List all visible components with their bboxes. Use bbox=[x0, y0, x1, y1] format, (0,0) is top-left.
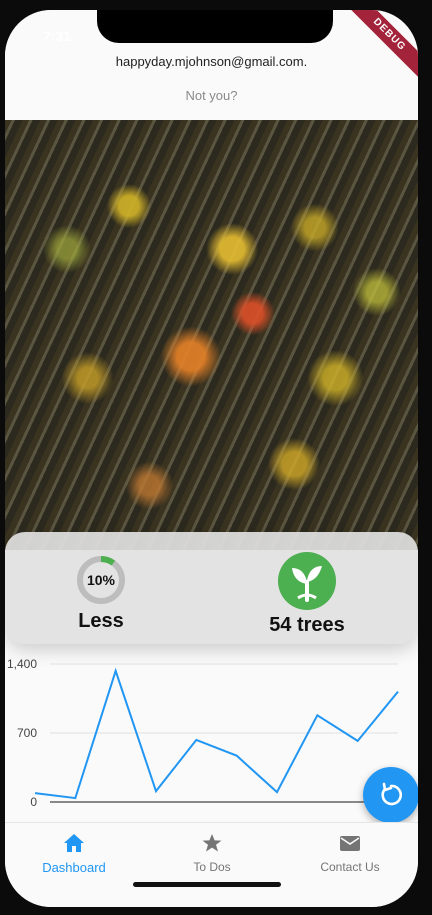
progress-label: Less bbox=[78, 610, 124, 632]
device-notch bbox=[97, 10, 333, 43]
forest-hero-image bbox=[5, 120, 418, 550]
trees-stat: 54 trees bbox=[232, 552, 382, 637]
not-you-link[interactable]: Not you? bbox=[5, 88, 418, 103]
nav-todos-label: To Dos bbox=[193, 860, 231, 874]
y-tick-label: 1,400 bbox=[7, 657, 37, 671]
nav-contact[interactable]: Contact Us bbox=[281, 833, 418, 874]
bottom-navigation: Dashboard To Dos Contact Us bbox=[5, 822, 418, 907]
status-time: 7:31 bbox=[43, 28, 72, 44]
account-email: happyday.mjohnson@gmail.com. bbox=[115, 54, 308, 69]
mail-icon bbox=[340, 836, 360, 851]
tree-icon bbox=[278, 552, 336, 610]
progress-ring: 10% bbox=[75, 554, 127, 606]
activity-chart: 1,400 700 0 bbox=[5, 650, 418, 820]
nav-todos[interactable]: To Dos bbox=[143, 833, 281, 874]
phone-screen: 7:31 DEBUG happyday.mjohnson@gmail.com. … bbox=[5, 10, 418, 907]
nav-dashboard-label: Dashboard bbox=[42, 860, 106, 875]
refresh-icon bbox=[381, 782, 403, 806]
trees-label: 54 trees bbox=[269, 614, 345, 636]
y-tick-label: 700 bbox=[17, 726, 37, 740]
progress-percent: 10% bbox=[86, 572, 116, 588]
y-tick-label: 0 bbox=[30, 795, 37, 809]
stats-panel: 10% Less 54 trees bbox=[5, 532, 418, 644]
star-icon bbox=[202, 834, 222, 852]
nav-dashboard[interactable]: Dashboard bbox=[5, 833, 143, 875]
home-icon bbox=[64, 834, 84, 852]
nav-contact-label: Contact Us bbox=[320, 860, 380, 874]
refresh-button[interactable] bbox=[363, 767, 418, 823]
progress-stat: 10% Less bbox=[26, 554, 176, 633]
home-indicator bbox=[133, 882, 281, 887]
series-line bbox=[34, 667, 399, 800]
